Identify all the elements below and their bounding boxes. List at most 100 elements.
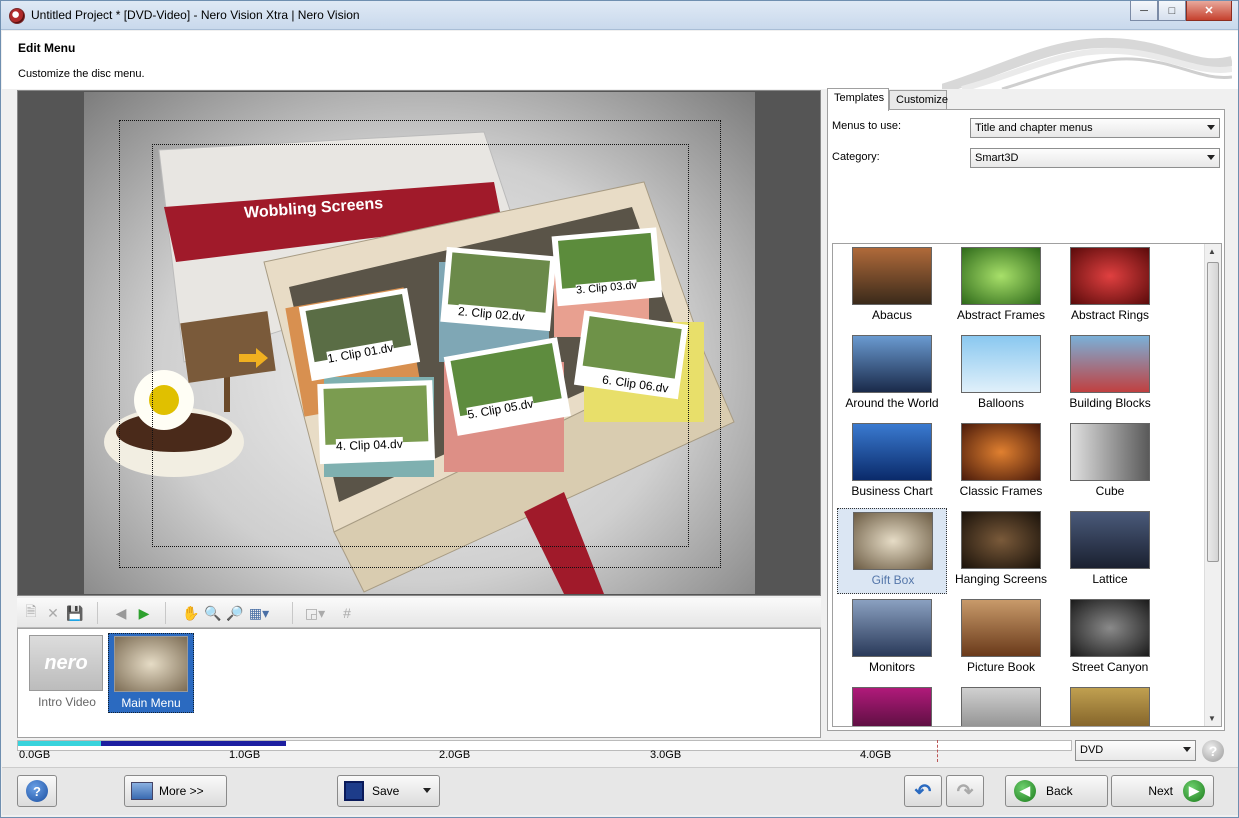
menu-preview-frame: Wobbling Screens 1. Clip 01.dv 2. Clip 0… xyxy=(17,90,821,596)
template-around-the-world[interactable]: Around the World xyxy=(837,332,947,418)
disc-type-select[interactable]: DVD xyxy=(1075,740,1196,761)
arrange-icon[interactable]: ◲▾ xyxy=(305,603,325,623)
strip-item-main-menu[interactable]: Main Menu xyxy=(108,633,194,713)
gallery-scrollbar[interactable]: ▲ ▼ xyxy=(1204,244,1221,726)
template-monitors[interactable]: Monitors xyxy=(837,596,947,682)
category-label: Category: xyxy=(832,151,880,163)
safe-area-inner xyxy=(152,144,689,547)
template-thumbnail xyxy=(1070,687,1150,726)
save-icon[interactable]: 💾 xyxy=(65,603,85,623)
help-icon: ? xyxy=(26,780,48,802)
tab-templates[interactable]: Templates xyxy=(827,88,889,111)
chevron-down-icon xyxy=(1183,747,1191,752)
app-window: Untitled Project * [DVD-Video] - Nero Vi… xyxy=(0,0,1239,818)
zoom-out-icon[interactable]: 🔎 xyxy=(225,603,245,623)
template-gift-box[interactable]: Gift Box xyxy=(837,508,947,594)
template-cube[interactable]: Cube xyxy=(1055,420,1165,506)
next-button[interactable]: Next ▶ xyxy=(1111,775,1214,807)
template-label: Abstract Rings xyxy=(1070,308,1150,322)
new-icon[interactable]: 🗎 xyxy=(21,603,41,623)
strip-item-label: Main Menu xyxy=(121,696,181,710)
template-picture-book[interactable]: Picture Book xyxy=(946,596,1056,682)
zoom-in-icon[interactable]: 🔍 xyxy=(203,603,223,623)
template-item[interactable] xyxy=(837,684,947,726)
menus-to-use-label: Menus to use: xyxy=(832,120,902,132)
template-lattice[interactable]: Lattice xyxy=(1055,508,1165,594)
templates-panel: Menus to use: Title and chapter menus Ca… xyxy=(827,109,1225,731)
template-classic-frames[interactable]: Classic Frames xyxy=(946,420,1056,506)
template-label: Picture Book xyxy=(966,660,1036,674)
back-icon[interactable]: ◀ xyxy=(111,603,131,623)
capacity-used-segment xyxy=(18,741,101,746)
menu-preview[interactable]: Wobbling Screens 1. Clip 01.dv 2. Clip 0… xyxy=(84,92,755,594)
template-label: Cube xyxy=(1095,484,1125,498)
chevron-down-icon xyxy=(1207,155,1215,160)
hand-icon[interactable]: ✋ xyxy=(181,603,201,623)
capacity-label: 0.0GB xyxy=(19,749,51,761)
back-arrow-icon: ◀ xyxy=(1014,780,1036,802)
close-button[interactable]: ✕ xyxy=(1186,1,1232,21)
back-button[interactable]: ◀ Back xyxy=(1005,775,1108,807)
title-bar: Untitled Project * [DVD-Video] - Nero Vi… xyxy=(1,1,1238,30)
template-abstract-rings[interactable]: Abstract Rings xyxy=(1055,244,1165,330)
template-label: Classic Frames xyxy=(959,484,1043,498)
scrollbar-thumb[interactable] xyxy=(1207,262,1219,562)
menus-to-use-select[interactable]: Title and chapter menus xyxy=(970,118,1220,138)
chevron-down-icon xyxy=(1207,125,1215,130)
more-button[interactable]: More >> xyxy=(124,775,227,807)
back-label: Back xyxy=(1046,784,1073,798)
template-label: Hanging Screens xyxy=(954,572,1048,586)
template-item[interactable] xyxy=(946,684,1056,726)
close-icon: ✕ xyxy=(1204,5,1214,17)
minimize-button[interactable]: ─ xyxy=(1130,1,1158,21)
template-business-chart[interactable]: Business Chart xyxy=(837,420,947,506)
help-icon[interactable]: ? xyxy=(1202,740,1224,762)
layout-icon[interactable]: ▦▾ xyxy=(249,603,269,623)
forward-icon[interactable]: ▶ xyxy=(134,603,154,623)
template-gallery: Abacus Abstract Frames Abstract Rings Ar… xyxy=(832,243,1222,727)
maximize-button[interactable]: □ xyxy=(1158,1,1186,21)
next-arrow-icon: ▶ xyxy=(1183,780,1205,802)
template-thumbnail xyxy=(852,247,932,305)
template-label: Building Blocks xyxy=(1069,396,1151,410)
help-button[interactable]: ? xyxy=(17,775,57,807)
template-thumbnail xyxy=(961,687,1041,726)
template-street-canyon[interactable]: Street Canyon xyxy=(1055,596,1165,682)
chevron-down-icon xyxy=(423,788,431,793)
template-thumbnail xyxy=(1070,423,1150,481)
redo-icon: ↷ xyxy=(956,780,974,803)
decorative-swoosh xyxy=(942,37,1232,89)
template-label: Business Chart xyxy=(851,484,933,498)
page-subtitle: Customize the disc menu. xyxy=(18,68,145,80)
save-label: Save xyxy=(372,784,400,798)
template-label: Around the World xyxy=(845,396,939,410)
scroll-up-icon[interactable]: ▲ xyxy=(1208,247,1216,256)
category-value: Smart3D xyxy=(975,152,1019,164)
disc-capacity-bar: 0.0GB 1.0GB 2.0GB 3.0GB 4.0GB xyxy=(17,738,1072,766)
capacity-limit-marker xyxy=(937,740,938,762)
grid-icon[interactable]: # xyxy=(337,603,357,623)
template-label: Monitors xyxy=(868,660,915,674)
template-thumbnail xyxy=(961,511,1041,569)
strip-item-intro-video[interactable]: nero Intro Video xyxy=(24,633,110,713)
template-thumbnail xyxy=(961,599,1041,657)
window-title: Untitled Project * [DVD-Video] - Nero Vi… xyxy=(31,8,360,22)
tab-customize[interactable]: Customize xyxy=(889,90,948,110)
template-item[interactable] xyxy=(1055,684,1165,726)
category-select[interactable]: Smart3D xyxy=(970,148,1220,168)
undo-icon: ↶ xyxy=(914,780,932,803)
scroll-down-icon[interactable]: ▼ xyxy=(1208,714,1216,723)
capacity-used-segment xyxy=(101,741,286,746)
save-button[interactable]: Save xyxy=(337,775,440,807)
template-abacus[interactable]: Abacus xyxy=(837,244,947,330)
template-balloons[interactable]: Balloons xyxy=(946,332,1056,418)
delete-icon[interactable]: ✕ xyxy=(43,603,63,623)
template-hanging-screens[interactable]: Hanging Screens xyxy=(946,508,1056,594)
template-building-blocks[interactable]: Building Blocks xyxy=(1055,332,1165,418)
template-abstract-frames[interactable]: Abstract Frames xyxy=(946,244,1056,330)
menu-strip: nero Intro Video Main Menu xyxy=(17,628,821,738)
template-label: Balloons xyxy=(977,396,1025,410)
redo-button[interactable]: ↷ xyxy=(946,775,984,807)
preview-toolbar: 🗎 ✕ 💾 ◀ ▶ ✋ 🔍 🔎 ▦▾ ◲▾ # xyxy=(17,598,821,628)
undo-button[interactable]: ↶ xyxy=(904,775,942,807)
